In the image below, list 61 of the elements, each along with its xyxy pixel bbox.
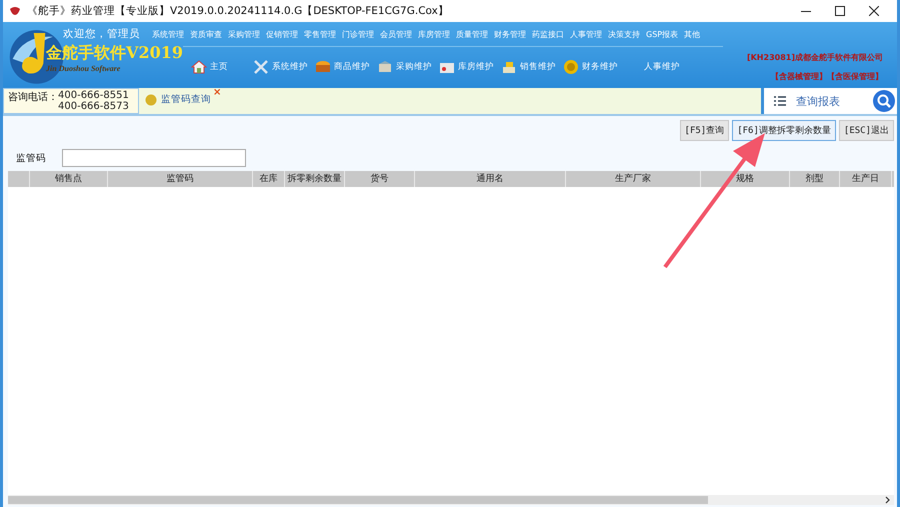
box-icon [315,59,331,75]
column-header[interactable]: 销售点 [30,171,108,187]
column-header[interactable]: 生产日 [840,171,892,187]
toolbar-button[interactable]: 库房维护 [458,61,494,73]
toolbar-button[interactable]: 商品维护 [334,61,370,73]
logo-title: 金舵手软件V2019 [46,43,183,64]
company-name: [KH23081]成都金舵手软件有限公司 [746,52,883,63]
menu-item[interactable]: 促销管理 [266,28,298,40]
toolbar-button[interactable]: 财务维护 [582,61,618,73]
welcome-text: 欢迎您，管理员 [63,27,140,41]
phone-label: 咨询电话： [8,90,58,105]
menu-item[interactable]: 质量管理 [456,28,488,40]
menu-item[interactable]: 决策支持 [608,28,640,40]
column-header[interactable]: 规格 [701,171,790,187]
list-icon [774,96,786,106]
module-text: 【含器械管理】【含医保管理】 [771,71,883,82]
menu-item[interactable]: 系统管理 [152,28,184,40]
window-title: 《舵手》药业管理【专业版】V2019.0.0.20241114.0.G【DESKTOP-FE1CG7G.Cox】 [27,4,449,18]
menu-item[interactable]: 会员管理 [380,28,412,40]
column-header[interactable]: 剂型 [790,171,840,187]
action-button[interactable]: [ESC]退出 [838,120,894,141]
filter-label: 监管码 [16,152,46,164]
menu-item[interactable]: 采购管理 [228,28,260,40]
house-icon [191,59,207,75]
action-button[interactable]: [F6]调整拆零剩余数量 [732,120,836,141]
column-header[interactable]: 拆零剩余数量 [285,171,345,187]
menu-item[interactable]: 门诊管理 [342,28,374,40]
input-field[interactable] [62,149,246,167]
menu-item[interactable]: 零售管理 [304,28,336,40]
toolbar-button[interactable]: 系统维护 [272,61,308,73]
toolbar-button[interactable]: 主页 [210,61,228,73]
scrollbar-thumb[interactable] [8,496,708,504]
toolbar-button[interactable]: 销售维护 [520,61,556,73]
menu-item[interactable]: 其他 [684,28,700,40]
logo-subtitle: Jin Duoshou Software [46,64,122,73]
menu-item[interactable]: GSP报表 [646,28,678,40]
arrow-right-icon[interactable] [885,496,891,504]
close-tab-button[interactable]: × [213,88,222,98]
phone-number: 400-666-8573 [58,101,129,112]
report-search-label: 查询报表 [796,94,841,108]
toolbar-button[interactable]: 人事维护 [644,61,680,73]
search-icon[interactable] [873,90,895,112]
tab-icon [145,94,157,106]
column-header[interactable]: 在库 [253,171,285,187]
phone-number: 400-666-8551 [58,90,129,101]
close-icon[interactable] [869,6,879,16]
menu-item[interactable]: 财务管理 [494,28,526,40]
column-header[interactable]: 通用名 [415,171,566,187]
column-header[interactable]: 监管码 [108,171,253,187]
menu-item[interactable]: 人事管理 [570,28,602,40]
maximize-icon[interactable] [835,6,845,16]
action-button[interactable]: [F5]查询 [680,120,730,141]
toolbar-button[interactable]: 采购维护 [396,61,432,73]
menu-item[interactable]: 库房管理 [418,28,450,40]
menu-item[interactable]: 药监接口 [532,28,564,40]
column-header[interactable]: 生产厂家 [566,171,701,187]
menu-item[interactable]: 资质审查 [190,28,222,40]
coin-icon [563,59,579,75]
scrollbar[interactable] [8,495,894,505]
column-header[interactable]: 货号 [345,171,415,187]
app-icon [9,6,21,16]
